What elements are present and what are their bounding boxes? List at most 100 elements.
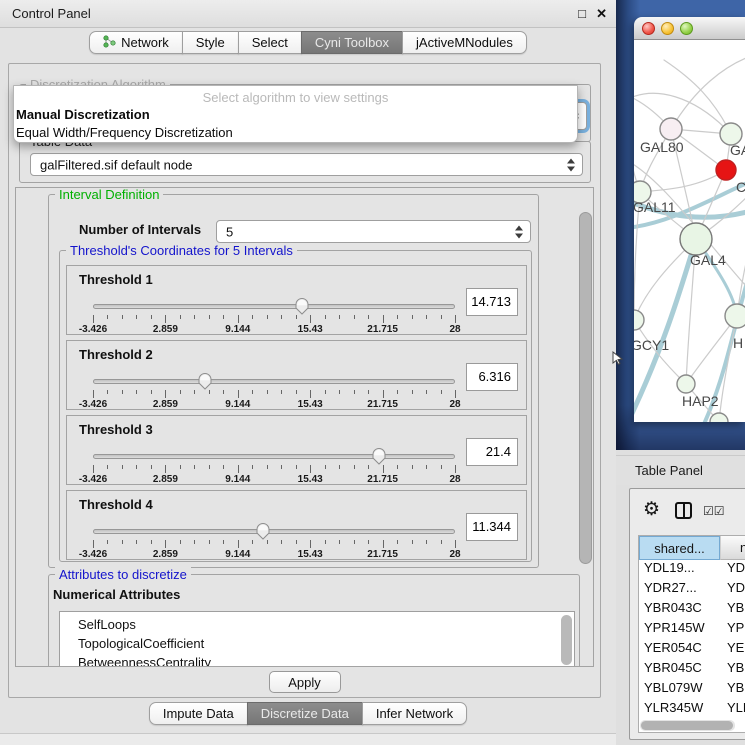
tick-label: 15.43: [298, 474, 323, 485]
network-node-label: GAL11: [634, 199, 676, 215]
network-canvas[interactable]: GAL80GACGAL11GAL4GCY1HHAP2: [634, 40, 745, 422]
slider-track: [93, 454, 455, 459]
network-view-frame: GAL80GACGAL11GAL4GCY1HHAP2: [616, 0, 745, 450]
network-node-h[interactable]: [725, 304, 745, 328]
table-cell: YBL079W: [639, 680, 720, 700]
network-node-hap2[interactable]: [677, 375, 695, 393]
bottom-tab-bar: Impute DataDiscretize DataInfer Network: [0, 702, 616, 725]
network-node-gal80[interactable]: [660, 118, 682, 140]
tab-cyni-toolbox[interactable]: Cyni Toolbox: [301, 31, 403, 54]
tab-select[interactable]: Select: [238, 31, 302, 54]
table-cell: YPR145W: [639, 620, 720, 640]
table-data-combo[interactable]: galFiltered.sif default node: [30, 153, 583, 176]
threshold-slider[interactable]: -3.4262.8599.14415.4321.71528: [93, 296, 455, 334]
thresholds-group: Threshold's Coordinates for 5 Intervals …: [59, 250, 532, 562]
tick-label: 28: [449, 474, 460, 485]
popup-option-equal-width-frequency-discretization[interactable]: Equal Width/Frequency Discretization: [14, 124, 577, 142]
tick-mark: [397, 465, 398, 469]
table-row[interactable]: YBR043CYBR0: [639, 600, 745, 620]
threshold-value-field[interactable]: 11.344: [466, 513, 518, 541]
gear-icon[interactable]: ⚙: [643, 498, 660, 521]
zoom-traffic-light-icon[interactable]: [680, 22, 693, 35]
table-cell: YBR043C: [639, 600, 720, 620]
tick-mark: [194, 315, 195, 319]
network-window-titlebar[interactable]: [634, 17, 745, 40]
tick-mark: [310, 315, 311, 323]
popup-option-manual-discretization[interactable]: Manual Discretization: [14, 106, 577, 124]
hscrollbar-thumb[interactable]: [641, 721, 733, 730]
float-window-icon[interactable]: □: [578, 6, 586, 21]
tab-style[interactable]: Style: [182, 31, 239, 54]
tick-mark: [267, 390, 268, 394]
table-row[interactable]: YER054CYER0: [639, 640, 745, 660]
num-intervals-value: 5: [226, 224, 233, 239]
attribute-item-betweennesscentrality[interactable]: BetweennessCentrality: [78, 653, 574, 667]
tick-label: 2.859: [153, 474, 178, 485]
network-node-gcy1[interactable]: [634, 310, 644, 330]
minimize-traffic-light-icon[interactable]: [661, 22, 674, 35]
tick-mark: [238, 540, 239, 548]
table-row[interactable]: YDR27...YDR2: [639, 580, 745, 600]
network-node-gal4[interactable]: [680, 223, 712, 255]
apply-button[interactable]: Apply: [269, 671, 341, 693]
tab-discretize-data[interactable]: Discretize Data: [247, 702, 363, 725]
tab-network[interactable]: Network: [89, 31, 183, 54]
slider-thumb[interactable]: [256, 523, 270, 540]
network-node-label: HAP2: [682, 393, 719, 409]
tab-impute-data[interactable]: Impute Data: [149, 702, 248, 725]
threshold-slider[interactable]: -3.4262.8599.14415.4321.71528: [93, 521, 455, 559]
threshold-value-field[interactable]: 14.713: [466, 288, 518, 316]
slider-thumb[interactable]: [372, 448, 386, 465]
table-column-header-2[interactable]: na: [720, 536, 745, 560]
tick-mark: [426, 465, 427, 469]
network-node-label: H: [733, 335, 743, 351]
bottom-strip: [0, 733, 616, 745]
table-data-group: Table Data galFiltered.sif default node: [19, 141, 591, 183]
tick-mark: [296, 315, 297, 319]
split-view-icon[interactable]: [675, 502, 692, 519]
tick-mark: [180, 315, 181, 319]
tick-mark: [252, 315, 253, 319]
table-row[interactable]: YBR045CYBR0: [639, 660, 745, 680]
tab-jactivemnodules[interactable]: jActiveMNodules: [402, 31, 527, 54]
tick-label: 21.715: [367, 399, 398, 410]
table-cell: YBR0: [720, 660, 745, 680]
table-column-header-1[interactable]: shared...: [639, 536, 720, 560]
top-tab-bar: Network Style SelectCyni ToolboxjActiveMNo…: [0, 31, 616, 54]
select-columns-icon[interactable]: ☑☑: [703, 504, 725, 518]
close-icon[interactable]: ✕: [596, 6, 607, 22]
network-node-label: GAL80: [640, 139, 684, 155]
table-row[interactable]: YPR145WYPR1: [639, 620, 745, 640]
mouse-cursor: [612, 351, 624, 365]
tick-mark: [412, 465, 413, 469]
table-row[interactable]: YDL19...YDL1: [639, 560, 745, 580]
attribute-item-topologicalcoefficient[interactable]: TopologicalCoefficient: [78, 634, 574, 653]
tick-mark: [107, 315, 108, 319]
tick-mark: [252, 465, 253, 469]
threshold-value-field[interactable]: 6.316: [466, 363, 518, 391]
list-scrollbar[interactable]: [561, 615, 572, 665]
tick-mark: [354, 390, 355, 394]
tab-label: Style: [196, 35, 225, 50]
threshold-slider[interactable]: -3.4262.8599.14415.4321.71528: [93, 446, 455, 484]
slider-thumb[interactable]: [198, 373, 212, 390]
tab-infer-network[interactable]: Infer Network: [362, 702, 467, 725]
tick-mark: [223, 465, 224, 469]
network-edge[interactable]: [719, 316, 737, 422]
threshold-slider[interactable]: -3.4262.8599.14415.4321.71528: [93, 371, 455, 409]
table-hscrollbar[interactable]: [640, 720, 735, 731]
panel-scrollbar[interactable]: [579, 212, 592, 564]
table-row[interactable]: YLR345WYLR3: [639, 700, 745, 719]
network-edge[interactable]: [671, 55, 745, 129]
network-node-label: C: [736, 179, 745, 195]
num-intervals-combo[interactable]: 5: [216, 220, 531, 243]
tick-mark: [93, 390, 94, 398]
close-traffic-light-icon[interactable]: [642, 22, 655, 35]
attribute-item-selfloops[interactable]: SelfLoops: [78, 615, 574, 634]
tick-mark: [151, 465, 152, 469]
tick-mark: [281, 315, 282, 319]
slider-thumb[interactable]: [295, 298, 309, 315]
threshold-value-field[interactable]: 21.4: [466, 438, 518, 466]
table-row[interactable]: YBL079WYBL0: [639, 680, 745, 700]
network-node-red-node[interactable]: [716, 160, 736, 180]
